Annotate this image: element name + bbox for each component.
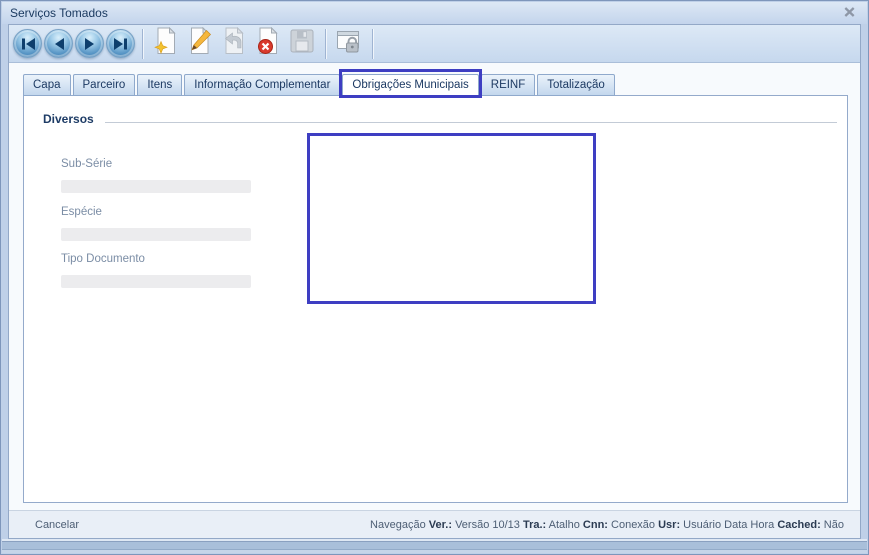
tab-obrigacoes-municipais[interactable]: Obrigações Municipais	[339, 69, 482, 98]
nav-first-icon	[21, 37, 35, 50]
last-record-button[interactable]	[106, 29, 135, 58]
new-record-button[interactable]	[150, 26, 182, 60]
next-record-button[interactable]	[75, 29, 104, 58]
tab-itens[interactable]: Itens	[137, 74, 183, 96]
window-title: Serviços Tomados	[10, 6, 108, 20]
status-cancel-label: Cancelar	[35, 518, 80, 531]
save-disk-icon	[289, 28, 315, 59]
nav-prior-icon	[53, 37, 65, 50]
status-segment: Versão 10/13	[452, 518, 523, 531]
status-segment: Atalho	[546, 518, 583, 531]
tab-label: Parceiro	[82, 79, 126, 91]
toolbar-separator	[325, 28, 326, 59]
tab-panel-obrigacoes-municipais: Diversos Sub-Série Espécie Tipo Document…	[23, 95, 848, 503]
first-record-button[interactable]	[13, 29, 42, 58]
sub-serie-label: Sub-Série	[61, 158, 113, 170]
tab-parceiro[interactable]: Parceiro	[72, 74, 136, 96]
status-segment: Conexão	[607, 518, 659, 531]
status-right-text: Navegação Ver.: Versão 10/13 Tra.: Atalh…	[370, 519, 844, 531]
toolbar-separator	[372, 28, 373, 59]
tipo-documento-field[interactable]	[61, 275, 251, 288]
tab-reinf[interactable]: REINF	[480, 74, 536, 96]
status-segment: Tra.:	[522, 518, 547, 531]
tab-strip: Capa Parceiro Itens Informação Complemen…	[23, 69, 615, 98]
nav-next-icon	[84, 37, 96, 50]
window-bottom-frame	[2, 539, 867, 553]
status-segment: Usr:	[658, 518, 681, 531]
tab-label: Itens	[147, 79, 173, 91]
especie-label: Espécie	[61, 206, 102, 218]
status-segment: Cached:	[777, 518, 821, 531]
document-new-icon	[153, 26, 179, 60]
groupbox-divider-line	[105, 122, 837, 123]
tab-label: Capa	[33, 79, 61, 91]
especie-field[interactable]	[61, 228, 251, 241]
prior-record-button[interactable]	[44, 29, 73, 58]
tab-informacao-complementar[interactable]: Informação Complementar	[184, 74, 341, 96]
app-window: Serviços Tomados Capa Parceiro Itens Inf…	[0, 0, 869, 555]
edit-record-button[interactable]	[184, 26, 216, 60]
undo-record-button[interactable]	[218, 26, 250, 60]
tab-capa[interactable]: Capa	[23, 74, 71, 96]
toolbar-separator	[142, 28, 143, 59]
document-edit-icon	[187, 26, 213, 60]
status-segment: Não	[820, 518, 844, 531]
client-area: Capa Parceiro Itens Informação Complemen…	[8, 24, 861, 539]
status-segment: Ver.:	[428, 518, 453, 531]
sub-serie-field[interactable]	[61, 180, 251, 193]
document-delete-icon	[255, 26, 281, 60]
security-button[interactable]	[333, 28, 365, 60]
status-segment: Cnn:	[582, 518, 608, 531]
tab-totalizacao[interactable]: Totalização	[537, 74, 615, 96]
title-bar: Serviços Tomados	[2, 2, 867, 24]
close-icon	[844, 6, 855, 20]
screenshot-stage: Serviços Tomados Capa Parceiro Itens Inf…	[0, 0, 869, 555]
tab-label: Informação Complementar	[194, 79, 331, 91]
document-undo-icon	[221, 26, 247, 60]
toolbar	[9, 25, 860, 63]
tipo-documento-label: Tipo Documento	[61, 253, 145, 265]
save-record-button[interactable]	[286, 28, 318, 60]
nav-last-icon	[113, 37, 128, 50]
groupbox-diversos-title: Diversos	[43, 112, 94, 126]
tab-label: REINF	[490, 79, 526, 91]
status-segment: Usuário Data Hora	[680, 518, 778, 531]
close-button[interactable]	[841, 6, 857, 20]
tab-label: Totalização	[547, 79, 605, 91]
delete-record-button[interactable]	[252, 26, 284, 60]
window-lock-icon	[336, 28, 362, 59]
status-bar: Cancelar Navegação Ver.: Versão 10/13 Tr…	[9, 510, 860, 538]
tab-label: Obrigações Municipais	[352, 79, 469, 91]
status-segment: Navegação	[370, 518, 429, 531]
